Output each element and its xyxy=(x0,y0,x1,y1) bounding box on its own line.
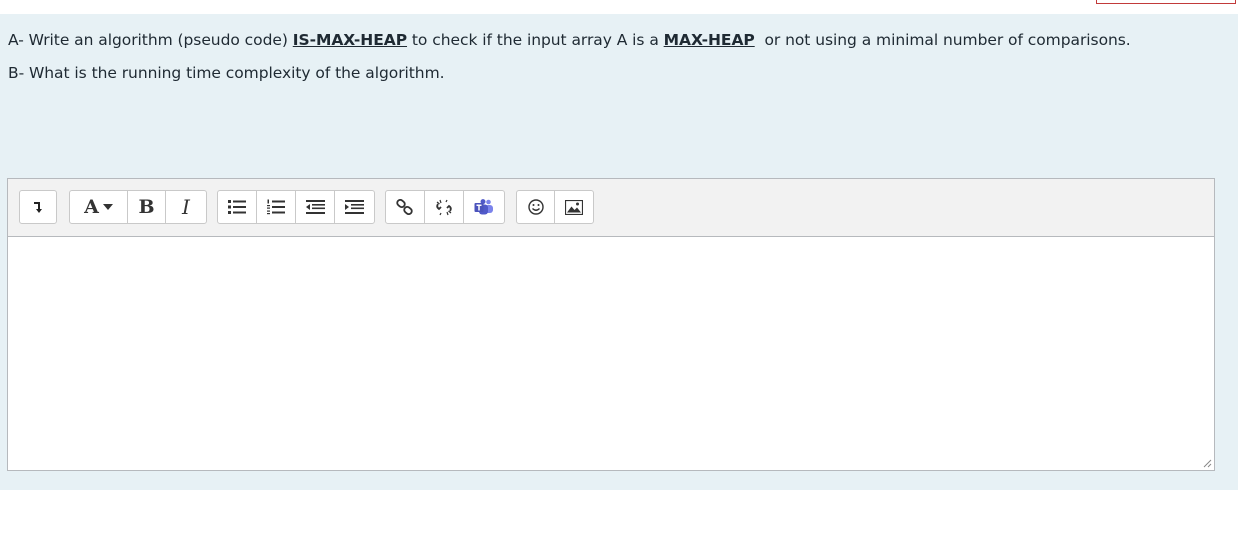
bold-label: B xyxy=(138,196,155,218)
link-icon xyxy=(396,199,413,215)
toolbar-group-links xyxy=(385,190,505,224)
bold-button[interactable]: B xyxy=(128,191,166,223)
insert-image-button[interactable] xyxy=(555,191,593,223)
unlink-button[interactable] xyxy=(425,191,464,223)
italic-label: I xyxy=(182,195,190,219)
arrow-down-icon xyxy=(34,202,42,213)
image-icon xyxy=(565,199,583,215)
emoji-icon xyxy=(527,199,544,215)
question-panel: A- Write an algorithm (pseudo code) IS-M… xyxy=(0,14,1238,490)
question-a-middle: to check if the input array A is a xyxy=(407,31,664,49)
teams-icon xyxy=(474,199,493,215)
italic-button[interactable]: I xyxy=(166,191,206,223)
unordered-list-icon xyxy=(228,200,246,214)
resize-handle-icon[interactable] xyxy=(1202,458,1212,468)
toolbar-group-style: A B I xyxy=(69,190,207,224)
question-a-prefix: A- Write an algorithm (pseudo code) xyxy=(8,31,293,49)
question-a-suffix: or not using a minimal number of compari… xyxy=(754,31,1131,49)
question-line-a: A- Write an algorithm (pseudo code) IS-M… xyxy=(8,31,1131,49)
link-button[interactable] xyxy=(386,191,425,223)
ordered-list-button[interactable] xyxy=(257,191,296,223)
ordered-list-icon xyxy=(267,199,285,215)
answer-text-area[interactable] xyxy=(8,237,1214,470)
toolbar-group-media xyxy=(516,190,594,224)
emoji-button[interactable] xyxy=(517,191,555,223)
outdent-icon xyxy=(305,200,325,214)
indent-icon xyxy=(345,200,364,214)
term-max-heap: MAX-HEAP xyxy=(663,31,755,49)
indent-button[interactable] xyxy=(335,191,374,223)
question-line-b: B- What is the running time complexity o… xyxy=(8,64,445,82)
outdent-button[interactable] xyxy=(296,191,335,223)
toolbar-group-lists xyxy=(217,190,375,224)
term-is-max-heap: IS-MAX-HEAP xyxy=(292,31,408,49)
editor-toolbar: A B I xyxy=(8,179,1214,237)
toolbar-group-collapse xyxy=(19,190,57,224)
caret-down-icon xyxy=(102,204,113,210)
font-color-button[interactable]: A xyxy=(70,191,128,223)
unordered-list-button[interactable] xyxy=(218,191,257,223)
answer-editor: A B I xyxy=(7,178,1215,471)
teams-meeting-button[interactable] xyxy=(464,191,504,223)
unlink-icon xyxy=(436,199,452,215)
top-red-box xyxy=(1096,0,1236,4)
collapse-toolbar-button[interactable] xyxy=(20,191,56,223)
font-color-label: A xyxy=(84,196,99,218)
